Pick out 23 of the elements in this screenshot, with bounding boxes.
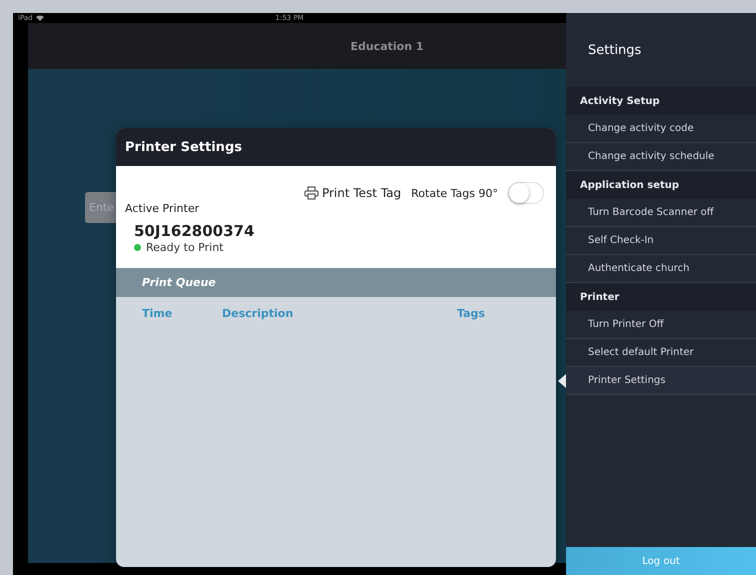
active-printer-label: Active Printer (125, 202, 200, 215)
sidebar-title: Settings (587, 42, 642, 60)
sidebar-item[interactable]: Change activity code (566, 115, 756, 143)
section-header: Application setup (566, 171, 756, 199)
printer-status: Ready to Print (146, 241, 224, 254)
wifi-icon (36, 15, 44, 21)
column-header: Time (142, 307, 174, 320)
print-queue-header: Print Queue (116, 268, 556, 297)
section-header: Printer (566, 283, 756, 311)
dialog-title: Printer Settings (116, 128, 556, 166)
popover-pointer (558, 374, 566, 388)
printer-name: 50J162800374 (134, 222, 256, 240)
sidebar-item[interactable]: Turn Barcode Scanner off (566, 199, 756, 227)
column-header: Tags (457, 307, 486, 320)
section-header: Activity Setup (566, 87, 756, 115)
rotate-tags-label: Rotate Tags 90° (411, 186, 498, 200)
rotate-toggle[interactable] (508, 182, 544, 204)
sidebar-item[interactable]: Self Check-In (566, 227, 756, 255)
print-test-tag-button[interactable]: Print Test Tag (304, 186, 402, 200)
sidebar-item[interactable]: Turn Printer Off (566, 311, 756, 339)
page-title: Education 1 (349, 40, 424, 52)
printer-icon (304, 186, 319, 200)
column-header: Description (222, 307, 294, 320)
